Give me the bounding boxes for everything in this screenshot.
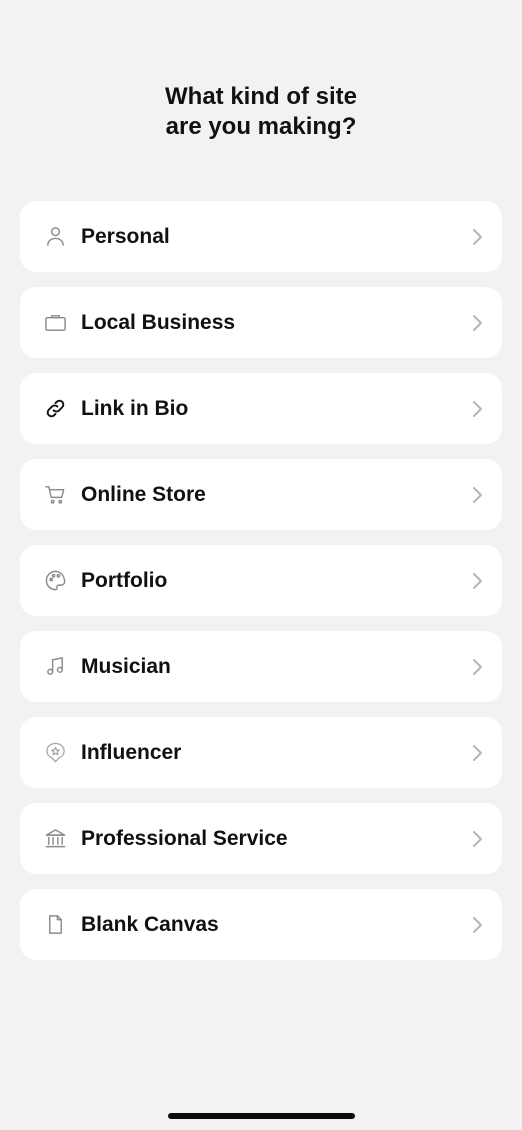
chevron-right-icon — [473, 315, 482, 331]
option-label: Influencer — [81, 741, 182, 764]
palette-icon — [44, 569, 67, 592]
option-professional-service[interactable]: Professional Service — [20, 803, 502, 874]
home-indicator[interactable] — [168, 1113, 355, 1119]
page-title-line-1: What kind of site — [165, 83, 357, 110]
option-label: Musician — [81, 655, 171, 678]
option-label: Online Store — [81, 483, 206, 506]
chevron-right-icon — [473, 659, 482, 675]
option-link-in-bio[interactable]: Link in Bio — [20, 373, 502, 444]
option-label: Local Business — [81, 311, 236, 334]
chevron-right-icon — [473, 229, 482, 245]
option-label: Blank Canvas — [81, 913, 219, 936]
option-personal[interactable]: Personal — [20, 201, 502, 272]
chevron-right-icon — [473, 573, 482, 589]
option-label: Portfolio — [81, 569, 168, 592]
star-badge-icon — [44, 741, 67, 764]
option-blank-canvas[interactable]: Blank Canvas — [20, 889, 502, 960]
page-title: What kind of site are you making? — [0, 82, 522, 142]
page-title-line-2: are you making? — [165, 113, 357, 140]
option-label: Personal — [81, 225, 170, 248]
chevron-right-icon — [473, 831, 482, 847]
option-portfolio[interactable]: Portfolio — [20, 545, 502, 616]
person-icon — [44, 225, 67, 248]
option-musician[interactable]: Musician — [20, 631, 502, 702]
chevron-right-icon — [473, 745, 482, 761]
briefcase-icon — [44, 311, 67, 334]
cart-icon — [44, 483, 67, 506]
bank-icon — [44, 827, 67, 850]
chevron-right-icon — [473, 487, 482, 503]
link-icon — [44, 397, 67, 420]
chevron-right-icon — [473, 917, 482, 933]
music-note-icon — [44, 655, 67, 678]
chevron-right-icon — [473, 401, 482, 417]
option-online-store[interactable]: Online Store — [20, 459, 502, 530]
option-influencer[interactable]: Influencer — [20, 717, 502, 788]
option-label: Link in Bio — [81, 397, 189, 420]
site-type-list: Personal Local Business Link in Bio Onli… — [20, 201, 502, 975]
option-label: Professional Service — [81, 827, 288, 850]
document-icon — [44, 913, 67, 936]
option-local-business[interactable]: Local Business — [20, 287, 502, 358]
